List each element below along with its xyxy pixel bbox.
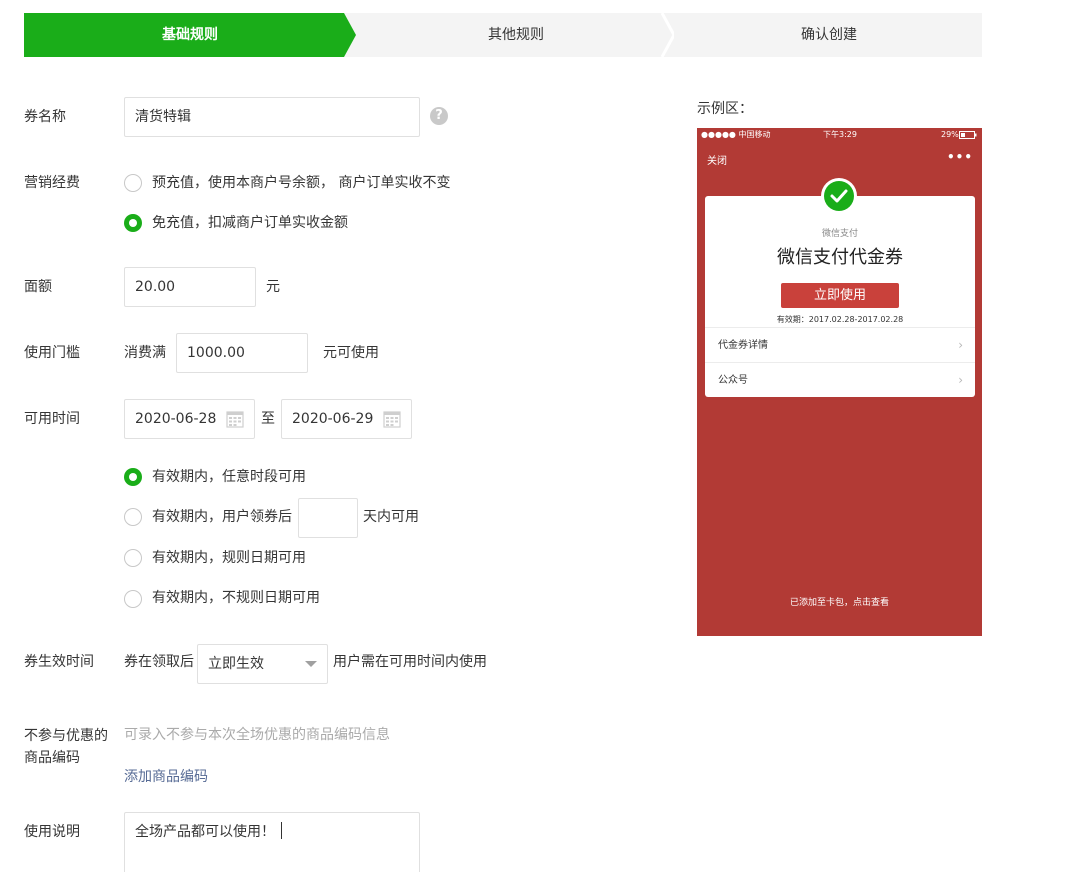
help-icon[interactable]: ? bbox=[430, 107, 448, 125]
step-confirm-create[interactable]: 确认创建 bbox=[676, 13, 982, 57]
anytime-text: 有效期内，任意时段可用 bbox=[152, 469, 306, 485]
days-input[interactable] bbox=[298, 498, 358, 538]
budget-label: 营销经费 bbox=[24, 175, 80, 191]
usage-note-textarea[interactable]: 全场产品都可以使用！ bbox=[124, 812, 420, 872]
use-now-button[interactable]: 立即使用 bbox=[781, 283, 899, 308]
coupon-details-label: 代金券详情 bbox=[718, 340, 768, 351]
close-button[interactable]: 关闭 bbox=[707, 152, 727, 167]
budget-prepaid-text: 预充值，使用本商户号余额， 商户订单实收不变 bbox=[152, 175, 451, 191]
face-value-unit: 元 bbox=[266, 279, 280, 295]
face-value-input[interactable]: 20.00 bbox=[124, 267, 256, 307]
calendar-icon[interactable] bbox=[226, 410, 244, 428]
step-progress-bar: 基础规则 其他规则 确认创建 bbox=[24, 13, 982, 57]
coupon-card: 微信支付 微信支付代金券 立即使用 有效期：2017.02.28-2017.02… bbox=[705, 196, 975, 397]
budget-no-prepaid-text: 免充值，扣减商户订单实收金额 bbox=[152, 215, 348, 231]
carrier-text: ●●●●● 中国移动 bbox=[701, 130, 771, 139]
battery-percent: 29% bbox=[941, 130, 959, 139]
irregular-dates-radio[interactable] bbox=[124, 590, 142, 608]
excluded-goods-label-line2: 商品编码 bbox=[24, 750, 80, 766]
battery-icon bbox=[959, 131, 977, 139]
coupon-name-label: 券名称 bbox=[24, 109, 66, 125]
text-cursor bbox=[281, 822, 282, 839]
effective-time-label: 券生效时间 bbox=[24, 654, 94, 670]
date-separator: 至 bbox=[261, 411, 275, 427]
available-time-label: 可用时间 bbox=[24, 411, 80, 427]
card-validity: 有效期：2017.02.28-2017.02.28 bbox=[776, 315, 904, 324]
chevron-right-icon: › bbox=[958, 373, 963, 387]
card-subtitle: 微信支付 bbox=[821, 229, 858, 239]
budget-no-prepaid-radio[interactable] bbox=[124, 214, 142, 232]
official-account-label: 公众号 bbox=[718, 375, 748, 386]
chevron-right-icon: › bbox=[958, 338, 963, 352]
more-icon[interactable]: ••• bbox=[947, 150, 973, 164]
anytime-radio[interactable] bbox=[124, 468, 142, 486]
step-basic-rules[interactable]: 基础规则 bbox=[24, 13, 356, 57]
wechat-pay-logo-icon bbox=[821, 178, 857, 214]
excluded-goods-hint: 可录入不参与本次全场优惠的商品编码信息 bbox=[124, 727, 390, 743]
step-separator bbox=[660, 13, 674, 57]
face-value-label: 面额 bbox=[24, 279, 52, 295]
end-date-value: 2020-06-29 bbox=[292, 411, 374, 427]
calendar-icon[interactable] bbox=[383, 410, 401, 428]
coupon-details-row[interactable]: 代金券详情 › bbox=[705, 327, 975, 362]
budget-prepaid-radio[interactable] bbox=[124, 174, 142, 192]
official-account-row[interactable]: 公众号 › bbox=[705, 362, 975, 397]
preview-label: 示例区： bbox=[697, 101, 753, 117]
days-after-claim-text: 有效期内，用户领券后 bbox=[152, 509, 292, 525]
excluded-goods-label: 不参与优惠的 bbox=[24, 728, 108, 744]
chevron-down-icon[interactable] bbox=[305, 661, 317, 667]
days-suffix: 天内可用 bbox=[363, 509, 419, 525]
preview-phone: ●●●●● 中国移动 下午3:29 29% 关闭 ••• 微信支付 微信支付代金… bbox=[697, 128, 982, 636]
added-to-card-package-note[interactable]: 已添加至卡包，点击查看 bbox=[697, 595, 982, 608]
regular-dates-text: 有效期内，规则日期可用 bbox=[152, 550, 306, 566]
start-date-value: 2020-06-28 bbox=[135, 411, 217, 427]
days-after-claim-radio[interactable] bbox=[124, 508, 142, 526]
status-bar: ●●●●● 中国移动 下午3:29 29% bbox=[697, 128, 982, 142]
card-title: 微信支付代金券 bbox=[777, 247, 903, 268]
usage-note-value: 全场产品都可以使用！ bbox=[135, 824, 275, 840]
effective-time-selected: 立即生效 bbox=[208, 656, 264, 672]
step-other-rules[interactable]: 其他规则 bbox=[356, 13, 676, 57]
threshold-input[interactable]: 1000.00 bbox=[176, 333, 308, 373]
status-time: 下午3:29 bbox=[823, 130, 857, 139]
usage-note-label: 使用说明 bbox=[24, 824, 80, 840]
threshold-suffix: 元可使用 bbox=[323, 345, 379, 361]
effective-time-prefix: 券在领取后 bbox=[124, 654, 194, 670]
effective-time-suffix: 用户需在可用时间内使用 bbox=[333, 654, 487, 670]
threshold-label: 使用门槛 bbox=[24, 345, 80, 361]
coupon-name-input[interactable]: 清货特辑 bbox=[124, 97, 420, 137]
irregular-dates-text: 有效期内，不规则日期可用 bbox=[152, 590, 320, 606]
threshold-prefix: 消费满 bbox=[124, 345, 166, 361]
regular-dates-radio[interactable] bbox=[124, 549, 142, 567]
add-goods-code-link[interactable]: 添加商品编码 bbox=[124, 767, 208, 787]
